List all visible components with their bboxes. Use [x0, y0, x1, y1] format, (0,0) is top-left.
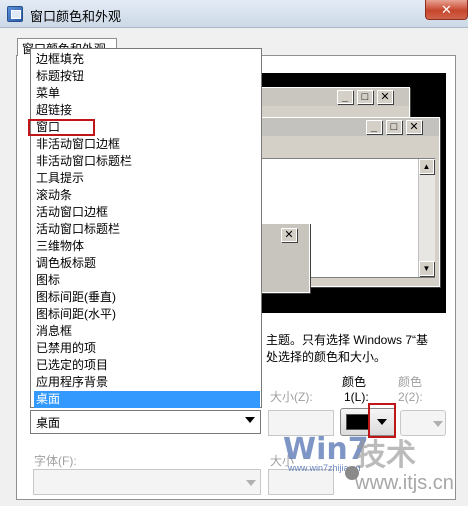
list-item[interactable]: 非活动窗口标题栏 [34, 153, 260, 170]
color2-chevron-down-icon [433, 421, 443, 427]
preview-maximize-icon: □ [357, 90, 373, 104]
preview-active-close-icon: ✕ [406, 120, 422, 134]
item-combo-box[interactable]: 桌面 [30, 410, 261, 434]
list-item[interactable]: 应用程序背景 [34, 374, 260, 391]
list-item[interactable]: 已禁用的项 [34, 340, 260, 357]
highlight-annotation-box [28, 119, 95, 136]
preview-message-box: ✕ [260, 223, 310, 293]
font-combo-box [33, 469, 261, 495]
window-title: 窗口颜色和外观 [30, 9, 122, 24]
font-chevron-down-icon [246, 480, 256, 486]
appearance-preview: _ □ ✕ _ □ ✕ ▲ ▼ ✕ [260, 73, 446, 313]
list-item[interactable]: 菜单 [34, 85, 260, 102]
preview-active-maximize-icon: □ [386, 120, 402, 134]
list-item[interactable]: 标题按钮 [34, 68, 260, 85]
color1-label-top: 颜色 [342, 375, 367, 389]
preview-active-minimize-icon: _ [366, 120, 382, 134]
list-item[interactable]: 非活动窗口边框 [34, 136, 260, 153]
list-item[interactable]: 活动窗口标题栏 [34, 221, 260, 238]
chevron-down-icon [245, 417, 255, 423]
list-item-desktop-selected[interactable]: 桌面 [34, 391, 260, 408]
preview-msgbox-close-icon: ✕ [281, 228, 297, 242]
preview-minimize-icon: _ [337, 90, 353, 104]
list-item[interactable]: 已选定的项目 [34, 357, 260, 374]
list-item[interactable]: 滚动条 [34, 187, 260, 204]
list-item[interactable]: 消息框 [34, 323, 260, 340]
color2-label-top: 颜色 [398, 375, 423, 389]
item-combo-value: 桌面 [36, 416, 61, 430]
font-label: 字体(F): [34, 454, 77, 468]
list-item[interactable]: 图标 [34, 272, 260, 289]
list-item[interactable]: 三维物体 [34, 238, 260, 255]
preview-scrollbar: ▲ ▼ [418, 159, 435, 277]
list-item[interactable]: 工具提示 [34, 170, 260, 187]
list-item[interactable]: 调色板标题 [34, 255, 260, 272]
color2-label-bottom: 2(2): [398, 390, 423, 404]
description-line-2: 处选择的颜色和大小。 [266, 350, 387, 364]
preview-scroll-up-icon: ▲ [419, 159, 434, 174]
preview-scroll-down-icon: ▼ [419, 261, 434, 276]
item-dropdown-list[interactable]: 边框填充 标题按钮 菜单 超链接 窗口 非活动窗口边框 非活动窗口标题栏 工具提… [30, 48, 262, 408]
window-close-button[interactable]: ✕ [425, 0, 468, 20]
color1-label-bottom: 1(L): [344, 390, 369, 404]
color1-swatch [346, 414, 370, 430]
preview-close-icon: ✕ [377, 90, 393, 104]
watermark-url-itjs: www.itjs.cn [355, 472, 454, 494]
description-line-1: 主题。只有选择 Windows 7“基 [266, 333, 429, 347]
watermark-logo-itjs: 技术 [356, 438, 416, 473]
list-item[interactable]: 图标间距(垂直) [34, 289, 260, 306]
list-item[interactable]: 边框填充 [34, 51, 260, 68]
window-app-icon [7, 6, 23, 22]
size-label: 大小(Z): [270, 390, 313, 404]
list-item[interactable]: 图标间距(水平) [34, 306, 260, 323]
list-item[interactable]: 活动窗口边框 [34, 204, 260, 221]
list-item[interactable]: 超链接 [34, 102, 260, 119]
